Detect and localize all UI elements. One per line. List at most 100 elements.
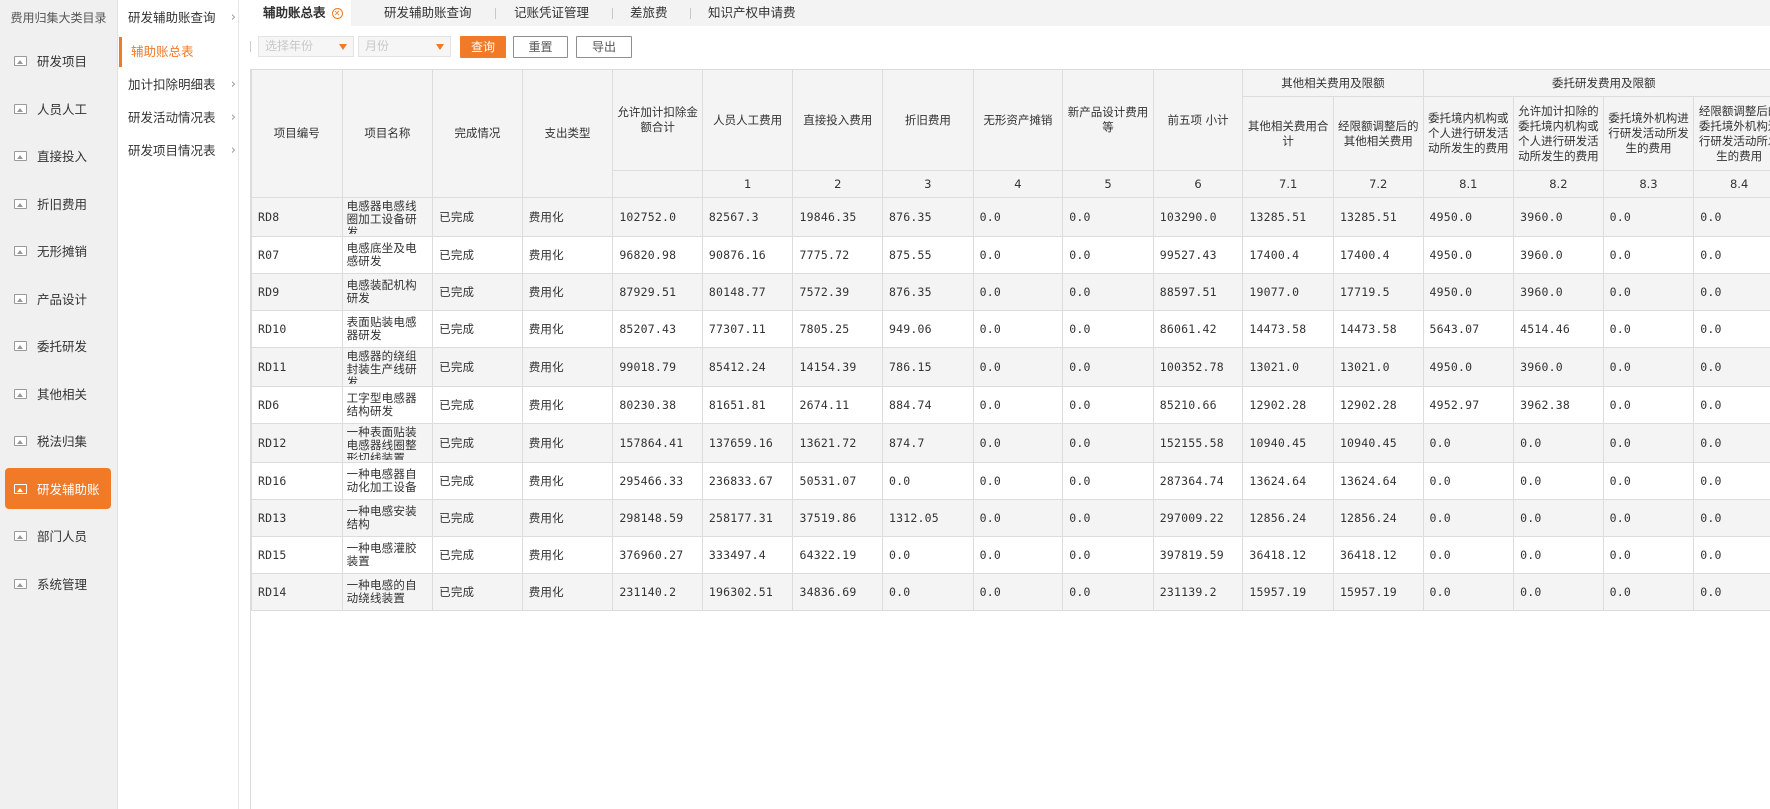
table-row[interactable]: RD15 一种电感灌胶装置 已完成 费用化 376960.27 333497.4 64322… [251, 536, 1770, 574]
sidebar-item-label: 委托研发 [37, 339, 88, 354]
tab[interactable]: 记账凭证管理 [514, 0, 589, 26]
table-cell: 0.0 [1602, 573, 1695, 611]
table-row[interactable]: RD16 一种电感器自动化加工设备 已完成 费用化 295466.33 236833.67… [251, 462, 1770, 500]
submenu-item[interactable]: 研发活动情况表 › [119, 103, 239, 133]
tab-label: 记账凭证管理 [514, 5, 590, 20]
table-cell: 0.0 [1062, 310, 1154, 348]
query-button[interactable]: 查询 [460, 36, 506, 58]
table-cell: 0.0 [1693, 197, 1770, 237]
table-cell: 0.0 [1693, 499, 1770, 537]
table-row[interactable]: RD8 电感器电感线圈加工设备研发 已完成 费用化 102752.0 82567.3 198… [251, 197, 1770, 237]
sidebar-item[interactable]: 税法归集 [5, 420, 111, 461]
close-icon[interactable]: ✕ [331, 8, 343, 19]
table-cell: 2674.11 [792, 386, 884, 424]
table-cell: RD12 [251, 423, 343, 463]
table-cell: 电感器电感线圈加工设备研发 [341, 197, 434, 237]
table-cell: 电感装配机构研发 [341, 273, 434, 311]
sidebar-item[interactable]: 研发辅助账 [5, 468, 111, 509]
table-row[interactable]: RD6 工字型电感器结构研发 已完成 费用化 80230.38 81651.81 2674.… [251, 386, 1770, 424]
year-select[interactable]: 选择年份 [258, 36, 354, 57]
project-name-text: 工字型电感器结构研发 [346, 392, 417, 418]
table-cell: 13624.64 [1242, 462, 1334, 500]
table-cell: 0.0 [1693, 462, 1770, 500]
sidebar-item-label: 系统管理 [37, 577, 88, 592]
table-cell: 0.0 [1602, 273, 1695, 311]
table-cell: 3960.0 [1513, 197, 1604, 237]
table-cell: RD9 [251, 273, 343, 311]
table-cell: 0.0 [1693, 536, 1770, 574]
table-cell: 0.0 [1602, 536, 1695, 574]
table-row[interactable]: R07 电感底坐及电感研发 已完成 费用化 96820.98 90876.16 7775.7… [251, 236, 1770, 274]
table-cell: 13624.64 [1332, 462, 1424, 500]
image-icon [14, 340, 27, 351]
tab-label: 知识产权申请费 [708, 5, 796, 20]
submenu-item[interactable]: 辅助账总表 [119, 37, 239, 67]
table-cell: 一种表面贴装电感器线圈整形切线装置 [341, 423, 434, 463]
tab[interactable]: 知识产权申请费 [708, 0, 796, 26]
table-cell: 已完成 [432, 499, 523, 537]
table-cell: 一种电感灌胶装置 [341, 536, 434, 574]
table-cell: 电感底坐及电感研发 [341, 236, 434, 274]
table-cell: 已完成 [432, 423, 523, 463]
table-cell: 0.0 [972, 462, 1064, 500]
table-cell: 1312.05 [882, 499, 974, 537]
sidebar-item[interactable]: 折旧费用 [5, 183, 111, 224]
sidebar-item[interactable]: 产品设计 [5, 278, 111, 319]
sidebar-item[interactable]: 委托研发 [5, 325, 111, 366]
project-name-text: 一种电感的自动绕线装置 [346, 579, 417, 605]
project-name-text: 电感器电感线圈加工设备研发 [346, 200, 417, 234]
table-row[interactable]: RD11 电感器的绕组封装生产线研发 已完成 费用化 99018.79 85412.24 1… [251, 347, 1770, 387]
tab[interactable]: 差旅费 [630, 0, 668, 26]
table-cell: 已完成 [432, 236, 523, 274]
table-cell: 13021.0 [1242, 347, 1334, 387]
table-cell: 196302.51 [701, 573, 794, 611]
chevron-right-icon: › [230, 77, 236, 92]
table-cell: 4950.0 [1422, 197, 1515, 237]
export-button[interactable]: 导出 [576, 36, 632, 58]
submenu-item[interactable]: 加计扣除明细表 › [119, 70, 239, 100]
table-cell: 费用化 [521, 423, 614, 463]
reset-button[interactable]: 重置 [513, 36, 568, 58]
submenu-item-label: 研发活动情况表 [128, 110, 216, 125]
submenu-item[interactable]: 研发项目情况表 › [119, 136, 239, 166]
table-row[interactable]: RD12 一种表面贴装电感器线圈整形切线装置 已完成 费用化 157864.41 1376… [251, 423, 1770, 463]
sidebar-item[interactable]: 系统管理 [5, 563, 111, 604]
table-row[interactable]: RD14 一种电感的自动绕线装置 已完成 费用化 231140.2 196302.51 34… [251, 573, 1770, 611]
submenu-item-label: 研发辅助账查询 [128, 10, 216, 25]
sidebar-item[interactable]: 直接投入 [5, 135, 111, 176]
image-icon [14, 55, 27, 66]
table-cell: 12902.28 [1242, 386, 1334, 424]
sidebar-item[interactable]: 部门人员 [5, 515, 111, 556]
project-name-text: 表面贴装电感器研发 [346, 316, 417, 342]
table-cell: 费用化 [521, 197, 614, 237]
table-cell: 0.0 [1693, 573, 1770, 611]
table-cell: 15957.19 [1332, 573, 1424, 611]
table-cell: 费用化 [521, 310, 614, 348]
table-cell: 0.0 [1693, 273, 1770, 311]
month-select[interactable]: 月份 [358, 36, 451, 57]
project-name-text: 一种表面贴装电感器线圈整形切线装置 [346, 426, 417, 460]
tab[interactable]: 辅助账总表 ✕ [240, 0, 351, 26]
submenu-item[interactable]: 研发辅助账查询 › [119, 3, 239, 33]
table-cell: 874.7 [882, 423, 974, 463]
tab[interactable]: 研发辅助账查询 [384, 0, 472, 26]
table-cell: 0.0 [1062, 386, 1154, 424]
image-icon [14, 578, 27, 589]
table-row[interactable]: RD9 电感装配机构研发 已完成 费用化 87929.51 80148.77 7572.39… [251, 273, 1770, 311]
sidebar-item[interactable]: 无形摊销 [5, 230, 111, 271]
sidebar-item[interactable]: 研发项目 [5, 40, 111, 81]
table-cell: 876.35 [882, 273, 974, 311]
header-foreign-commissioned-adjusted: 经限额调整后的委托境外机构进行研发活动所发生的费用 [1693, 96, 1770, 171]
table-cell: 费用化 [521, 273, 614, 311]
sidebar-item[interactable]: 其他相关 [5, 373, 111, 414]
table-cell: 13285.51 [1332, 197, 1424, 237]
summary-table-container[interactable]: 项目编号 项目名称 完成情况 支出类型 允许加计扣除金额合计 人员人工费用 直接… [250, 69, 1770, 809]
header-status: 完成情况 [432, 69, 523, 198]
image-icon [14, 530, 27, 541]
table-cell: 已完成 [432, 197, 523, 237]
sidebar-item[interactable]: 人员人工 [5, 88, 111, 129]
table-row[interactable]: RD13 一种电感安装结构 已完成 费用化 298148.59 258177.31 3751… [251, 499, 1770, 537]
table-row[interactable]: RD10 表面贴装电感器研发 已完成 费用化 85207.43 77307.11 7805.… [251, 310, 1770, 348]
table-cell: 90876.16 [701, 236, 794, 274]
table-cell: 103290.0 [1152, 197, 1244, 237]
